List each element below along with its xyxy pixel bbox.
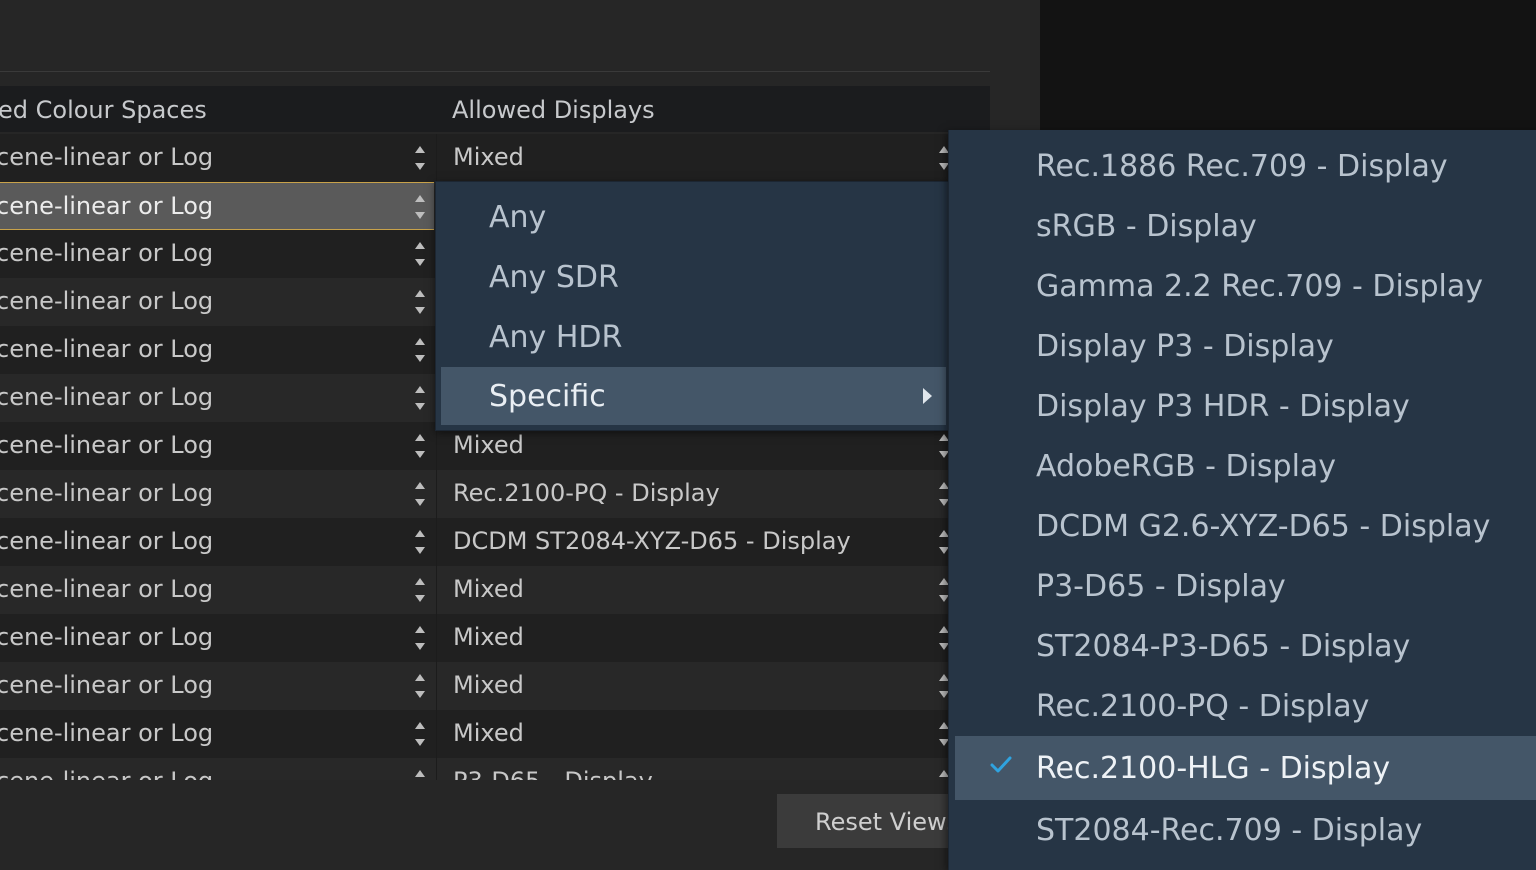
specific-displays-submenu: Rec.1886 Rec.709 - Display sRGB - Displa… <box>948 130 1536 870</box>
colour-space-dropdown[interactable]: cene-linear or Log <box>0 230 434 278</box>
submenu-item[interactable]: DCDM G2.6-XYZ-D65 - Display <box>955 496 1536 556</box>
colour-space-dropdown[interactable]: cene-linear or Log <box>0 470 434 518</box>
spinner-icon <box>414 337 426 363</box>
table-row: cene-linear or Log Mixed <box>0 614 990 662</box>
display-dropdown[interactable]: P3-D65 - Display <box>436 758 952 780</box>
reset-views-button[interactable]: Reset Views <box>777 794 977 848</box>
display-dropdown[interactable]: Mixed <box>436 134 952 182</box>
colour-space-dropdown[interactable]: cene-linear or Log <box>0 566 434 614</box>
table-row: cene-linear or Log DCDM ST2084-XYZ-D65 -… <box>0 518 990 566</box>
display-dropdown[interactable]: Rec.2100-PQ - Display <box>436 470 952 518</box>
spinner-icon <box>414 289 426 315</box>
menu-item-any-sdr[interactable]: Any SDR <box>441 248 946 306</box>
table-row: cene-linear or Log P3-D65 - Display <box>0 758 990 780</box>
spinner-icon <box>414 673 426 699</box>
divider <box>0 71 990 72</box>
menu-item-any-hdr[interactable]: Any HDR <box>441 308 946 366</box>
display-dropdown[interactable]: DCDM ST2084-XYZ-D65 - Display <box>436 518 952 566</box>
submenu-item[interactable]: ST2084-Rec.709 - Display <box>955 800 1536 860</box>
submenu-item[interactable]: P3-D65 - Display <box>955 556 1536 616</box>
checkmark-icon <box>990 756 1012 773</box>
spinner-icon <box>414 721 426 747</box>
submenu-item[interactable]: Display P3 - Display <box>955 316 1536 376</box>
spinner-icon <box>414 433 426 459</box>
spinner-icon <box>414 194 426 220</box>
colour-space-dropdown[interactable]: cene-linear or Log <box>0 518 434 566</box>
submenu-arrow-icon <box>923 388 932 404</box>
display-dropdown[interactable]: Mixed <box>436 566 952 614</box>
colour-space-dropdown[interactable]: cene-linear or Log <box>0 182 434 230</box>
display-dropdown[interactable]: Mixed <box>436 614 952 662</box>
display-dropdown[interactable]: Mixed <box>436 710 952 758</box>
header-colour-spaces: ed Colour Spaces <box>0 96 207 124</box>
colour-space-dropdown[interactable]: cene-linear or Log <box>0 422 434 470</box>
spinner-icon <box>414 625 426 651</box>
colour-space-dropdown[interactable]: cene-linear or Log <box>0 374 434 422</box>
table-row: cene-linear or Log Mixed <box>0 134 990 182</box>
colour-space-dropdown[interactable]: cene-linear or Log <box>0 710 434 758</box>
submenu-item[interactable]: Rec.1886 Rec.709 - Display <box>955 136 1536 196</box>
colour-space-dropdown[interactable]: cene-linear or Log <box>0 278 434 326</box>
display-dropdown[interactable]: Mixed <box>436 662 952 710</box>
submenu-item[interactable]: ST2084-P3-D65 - Display <box>955 616 1536 676</box>
submenu-item[interactable]: sRGB - Display <box>955 196 1536 256</box>
allowed-displays-menu: Any Any SDR Any HDR Specific <box>435 181 950 431</box>
menu-item-any[interactable]: Any <box>441 188 946 246</box>
spinner-icon <box>414 529 426 555</box>
spinner-icon <box>414 145 426 171</box>
spinner-icon <box>414 481 426 507</box>
submenu-item[interactable]: Display P3 HDR - Display <box>955 376 1536 436</box>
spinner-icon <box>414 577 426 603</box>
submenu-item[interactable]: Gamma 2.2 Rec.709 - Display <box>955 256 1536 316</box>
views-panel: ed Colour Spaces Allowed Displays cene-l… <box>0 0 1040 864</box>
colour-space-dropdown[interactable]: cene-linear or Log <box>0 134 434 182</box>
table-row: cene-linear or Log Mixed <box>0 710 990 758</box>
table-row: cene-linear or Log Mixed <box>0 566 990 614</box>
table-header: ed Colour Spaces Allowed Displays <box>0 86 990 132</box>
spinner-icon <box>414 769 426 780</box>
colour-space-dropdown[interactable]: cene-linear or Log <box>0 614 434 662</box>
table-row: cene-linear or Log Rec.2100-PQ - Display <box>0 470 990 518</box>
header-allowed-displays: Allowed Displays <box>452 96 655 124</box>
submenu-item[interactable]: Rec.2100-PQ - Display <box>955 676 1536 736</box>
submenu-item-checked[interactable]: Rec.2100-HLG - Display <box>955 736 1536 800</box>
colour-space-dropdown[interactable]: cene-linear or Log <box>0 662 434 710</box>
table-row: cene-linear or Log Mixed <box>0 662 990 710</box>
spinner-icon <box>414 385 426 411</box>
submenu-item[interactable]: AdobeRGB - Display <box>955 436 1536 496</box>
menu-item-specific[interactable]: Specific <box>441 367 946 425</box>
colour-space-dropdown[interactable]: cene-linear or Log <box>0 326 434 374</box>
spinner-icon <box>414 241 426 267</box>
colour-space-dropdown[interactable]: cene-linear or Log <box>0 758 434 780</box>
